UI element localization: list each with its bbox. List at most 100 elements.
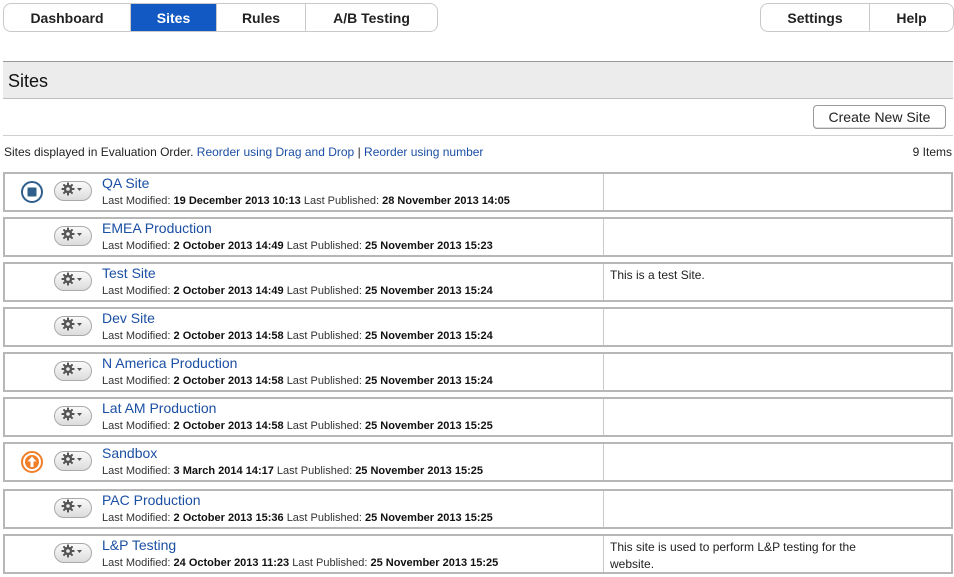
info-text: Sites displayed in Evaluation Order. [4,145,194,159]
last-modified-label: Last Modified: [102,240,171,252]
last-published-value: 25 November 2013 15:25 [364,512,493,524]
last-modified-value: 2 October 2013 14:49 [173,285,284,297]
tab-ab-testing[interactable]: A/B Testing [306,4,437,31]
reorder-drag-drop-link[interactable]: Reorder using Drag and Drop [197,145,354,159]
description-cell: This site is used to perform L&P testing… [603,536,951,572]
gear-icon [60,499,86,518]
site-row[interactable]: Test Site Last Modified: 2 October 2013 1… [3,262,953,302]
gear-icon [60,317,86,336]
item-count: 9 Items [912,145,952,159]
link-separator: | [357,145,361,159]
site-name-link[interactable]: N America Production [102,355,237,371]
last-modified-value: 2 October 2013 14:58 [173,330,284,342]
gear-icon [60,544,86,563]
site-row[interactable]: Lat AM Production Last Modified: 2 Octobe… [3,397,953,437]
last-published-label: Last Published: [286,330,362,342]
upload-status-icon[interactable] [20,450,44,474]
last-modified-value: 2 October 2013 14:58 [173,420,284,432]
site-name-link[interactable]: Test Site [102,265,156,281]
last-modified-label: Last Modified: [102,557,171,569]
last-published-label: Last Published: [276,465,353,477]
site-actions-gear-button[interactable] [54,406,92,426]
gear-icon [60,452,86,471]
site-actions-gear-button[interactable] [54,181,92,201]
page-header: Sites [3,61,953,99]
site-name-link[interactable]: QA Site [102,175,149,191]
last-published-label: Last Published: [303,195,380,207]
description-cell [603,354,951,390]
last-published-label: Last Published: [286,420,362,432]
site-row[interactable]: L&P Testing Last Modified: 24 October 201… [3,534,953,574]
site-row[interactable]: PAC Production Last Modified: 2 October 2… [3,489,953,529]
last-published-label: Last Published: [286,240,362,252]
site-name-link[interactable]: L&P Testing [102,537,176,553]
site-row[interactable]: QA Site Last Modified: 19 December 2013 1… [3,172,953,212]
site-row[interactable]: Sandbox Last Modified: 3 March 2014 14:17… [3,442,953,482]
last-published-label: Last Published: [286,375,362,387]
stop-status-icon[interactable] [20,180,44,204]
site-meta: Last Modified: 3 March 2014 14:17 Last P… [102,465,483,477]
last-modified-value: 2 October 2013 14:58 [173,375,284,387]
last-published-value: 25 November 2013 15:25 [370,557,499,569]
last-modified-label: Last Modified: [102,330,171,342]
gear-icon [60,272,86,291]
site-actions-gear-button[interactable] [54,451,92,471]
main-nav-tabs: Dashboard Sites Rules A/B Testing [3,3,438,32]
gear-icon [60,407,86,426]
description-cell [603,491,951,527]
site-meta: Last Modified: 2 October 2013 14:58 Last… [102,375,493,387]
gear-icon [60,182,86,201]
gear-icon [60,362,86,381]
last-modified-label: Last Modified: [102,420,171,432]
site-row[interactable]: N America Production Last Modified: 2 Oct… [3,352,953,392]
description-cell [603,174,951,210]
description-cell [603,219,951,255]
site-meta: Last Modified: 24 October 2013 11:23 Las… [102,557,498,569]
last-modified-value: 2 October 2013 14:49 [173,240,284,252]
reorder-number-link[interactable]: Reorder using number [364,145,483,159]
gear-icon [60,227,86,246]
last-published-value: 25 November 2013 15:24 [364,285,493,297]
site-meta: Last Modified: 2 October 2013 15:36 Last… [102,512,493,524]
description-cell: This is a test Site. [603,264,951,300]
site-actions-gear-button[interactable] [54,271,92,291]
last-modified-value: 24 October 2013 11:23 [173,557,290,569]
site-meta: Last Modified: 2 October 2013 14:58 Last… [102,330,493,342]
site-meta: Last Modified: 2 October 2013 14:58 Last… [102,420,493,432]
tab-dashboard[interactable]: Dashboard [4,4,131,31]
site-row[interactable]: EMEA Production Last Modified: 2 October … [3,217,953,257]
site-row[interactable]: Dev Site Last Modified: 2 October 2013 14… [3,307,953,347]
site-actions-gear-button[interactable] [54,543,92,563]
site-description: This site is used to perform L&P testing… [610,540,856,571]
evaluation-order-info: Sites displayed in Evaluation Order. Reo… [4,145,483,159]
site-name-link[interactable]: Lat AM Production [102,400,216,416]
site-actions-gear-button[interactable] [54,226,92,246]
last-modified-value: 2 October 2013 15:36 [173,512,284,524]
last-published-value: 25 November 2013 15:25 [364,420,493,432]
last-modified-value: 3 March 2014 14:17 [173,465,274,477]
page-title: Sites [8,71,49,91]
last-published-label: Last Published: [286,285,362,297]
description-cell [603,444,951,480]
tab-sites[interactable]: Sites [131,4,217,31]
last-modified-label: Last Modified: [102,465,171,477]
site-meta: Last Modified: 2 October 2013 14:49 Last… [102,240,493,252]
last-published-value: 25 November 2013 15:23 [364,240,493,252]
last-published-value: 25 November 2013 15:24 [364,330,493,342]
tab-help[interactable]: Help [870,4,953,31]
description-cell [603,399,951,435]
divider [3,135,953,136]
site-name-link[interactable]: Sandbox [102,445,157,461]
site-actions-gear-button[interactable] [54,498,92,518]
tab-settings[interactable]: Settings [761,4,870,31]
site-name-link[interactable]: EMEA Production [102,220,212,236]
last-modified-value: 19 December 2013 10:13 [173,195,301,207]
last-published-label: Last Published: [286,512,362,524]
site-name-link[interactable]: PAC Production [102,492,201,508]
site-name-link[interactable]: Dev Site [102,310,155,326]
site-actions-gear-button[interactable] [54,316,92,336]
site-actions-gear-button[interactable] [54,361,92,381]
create-new-site-button[interactable]: Create New Site [813,105,946,129]
tab-rules[interactable]: Rules [217,4,306,31]
last-modified-label: Last Modified: [102,285,171,297]
